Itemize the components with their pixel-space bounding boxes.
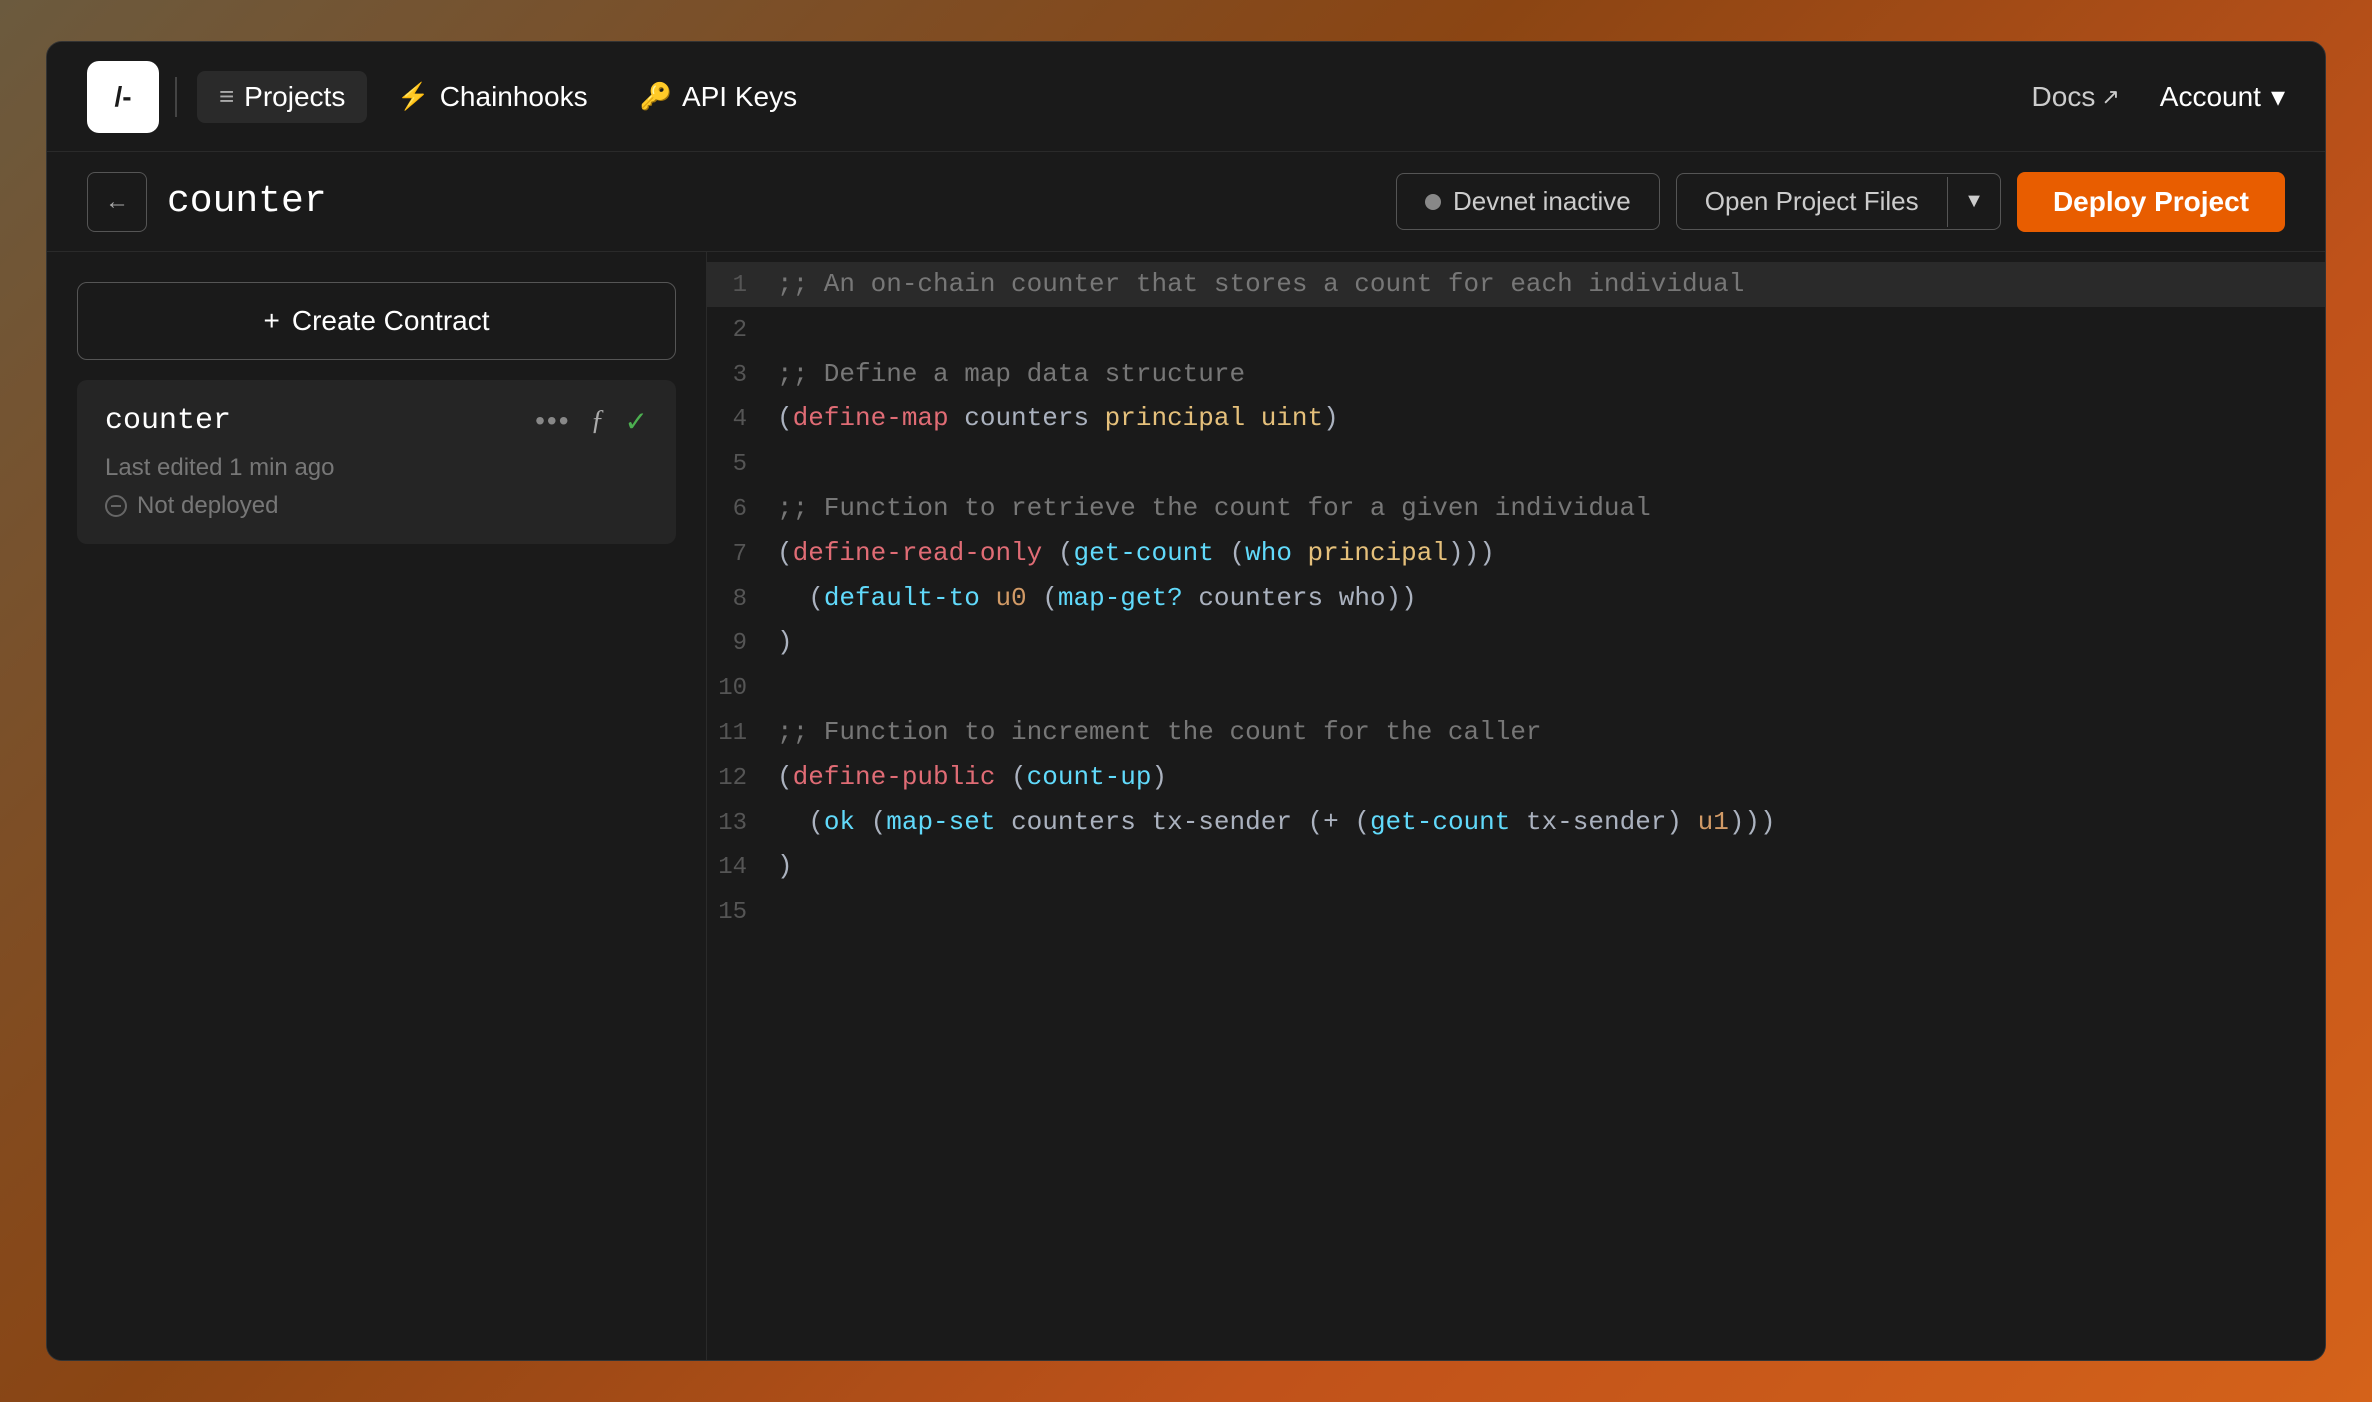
contract-card-header: counter ••• ƒ ✓: [105, 404, 648, 438]
create-contract-label: Create Contract: [292, 305, 490, 337]
chainhooks-icon: ⚡: [397, 81, 429, 112]
code-line-10: 10: [707, 665, 2325, 710]
project-name: counter: [167, 180, 327, 223]
deploy-project-button[interactable]: Deploy Project: [2017, 172, 2285, 232]
more-options-button[interactable]: •••: [535, 405, 570, 437]
back-button[interactable]: ←: [87, 172, 147, 232]
contract-card[interactable]: counter ••• ƒ ✓ Last edited 1 min ago No…: [77, 380, 676, 544]
nav-chainhooks-label: Chainhooks: [440, 81, 588, 113]
nav-projects[interactable]: ≡ Projects: [197, 71, 367, 123]
code-line-5: 5: [707, 441, 2325, 486]
nav-right: Docs ↗ Account ▾: [2032, 80, 2285, 113]
nav-chainhooks[interactable]: ⚡ Chainhooks: [375, 71, 609, 123]
sub-header: ← counter Devnet inactive Open Project F…: [47, 152, 2325, 252]
code-line-9: 9 ): [707, 620, 2325, 665]
code-line-14: 14 ): [707, 844, 2325, 889]
code-line-2: 2: [707, 307, 2325, 352]
code-line-13: 13 (ok (map-set counters tx-sender (+ (g…: [707, 800, 2325, 845]
contract-status-label: Not deployed: [137, 492, 278, 520]
contract-actions: ••• ƒ ✓: [535, 405, 648, 438]
nav-api-keys[interactable]: 🔑 API Keys: [618, 71, 820, 123]
chevron-down-icon: ▾: [2271, 80, 2285, 113]
code-line-7: 7 (define-read-only (get-count (who prin…: [707, 531, 2325, 576]
sidebar: + Create Contract counter ••• ƒ ✓ Last e…: [47, 252, 707, 1360]
api-keys-icon: 🔑: [640, 81, 672, 112]
open-files-label: Open Project Files: [1677, 174, 1947, 229]
navbar: /- ≡ Projects ⚡ Chainhooks 🔑 API Keys Do…: [47, 42, 2325, 152]
create-contract-button[interactable]: + Create Contract: [77, 282, 676, 360]
code-line-8: 8 (default-to u0 (map-get? counters who)…: [707, 576, 2325, 621]
devnet-status-dot: [1425, 194, 1441, 210]
clarinet-check-button[interactable]: ƒ: [591, 405, 605, 437]
docs-link[interactable]: Docs ↗: [2032, 81, 2120, 113]
nav-api-keys-label: API Keys: [682, 81, 797, 113]
projects-icon: ≡: [219, 81, 234, 112]
code-editor[interactable]: 1 ;; An on-chain counter that stores a c…: [707, 252, 2325, 1360]
plus-icon: +: [264, 305, 280, 337]
contract-status: Not deployed: [105, 492, 648, 520]
code-line-3: 3 ;; Define a map data structure: [707, 352, 2325, 397]
code-line-12: 12 (define-public (count-up): [707, 755, 2325, 800]
not-deployed-icon: [105, 495, 127, 517]
open-project-files-button[interactable]: Open Project Files ▼: [1676, 173, 2001, 230]
nav-projects-label: Projects: [244, 81, 345, 113]
main-window: /- ≡ Projects ⚡ Chainhooks 🔑 API Keys Do…: [46, 41, 2326, 1361]
code-line-11: 11 ;; Function to increment the count fo…: [707, 710, 2325, 755]
account-label: Account: [2160, 81, 2261, 113]
logo-text: /-: [114, 81, 131, 113]
main-content: + Create Contract counter ••• ƒ ✓ Last e…: [47, 252, 2325, 1360]
nav-divider: [175, 77, 177, 117]
code-line-1: 1 ;; An on-chain counter that stores a c…: [707, 262, 2325, 307]
code-line-4: 4 (define-map counters principal uint): [707, 396, 2325, 441]
contract-last-edited: Last edited 1 min ago: [105, 454, 648, 482]
external-link-icon: ↗: [2101, 84, 2119, 110]
chevron-down-icon: ▼: [1948, 178, 2000, 225]
header-actions: Devnet inactive Open Project Files ▼ Dep…: [1396, 172, 2285, 232]
code-line-6: 6 ;; Function to retrieve the count for …: [707, 486, 2325, 531]
devnet-button[interactable]: Devnet inactive: [1396, 173, 1660, 230]
code-line-15: 15: [707, 889, 2325, 934]
contract-name: counter: [105, 404, 231, 438]
logo-button[interactable]: /-: [87, 61, 159, 133]
account-button[interactable]: Account ▾: [2160, 80, 2285, 113]
docs-label: Docs: [2032, 81, 2096, 113]
check-icon: ✓: [625, 405, 648, 438]
devnet-label: Devnet inactive: [1453, 186, 1631, 217]
